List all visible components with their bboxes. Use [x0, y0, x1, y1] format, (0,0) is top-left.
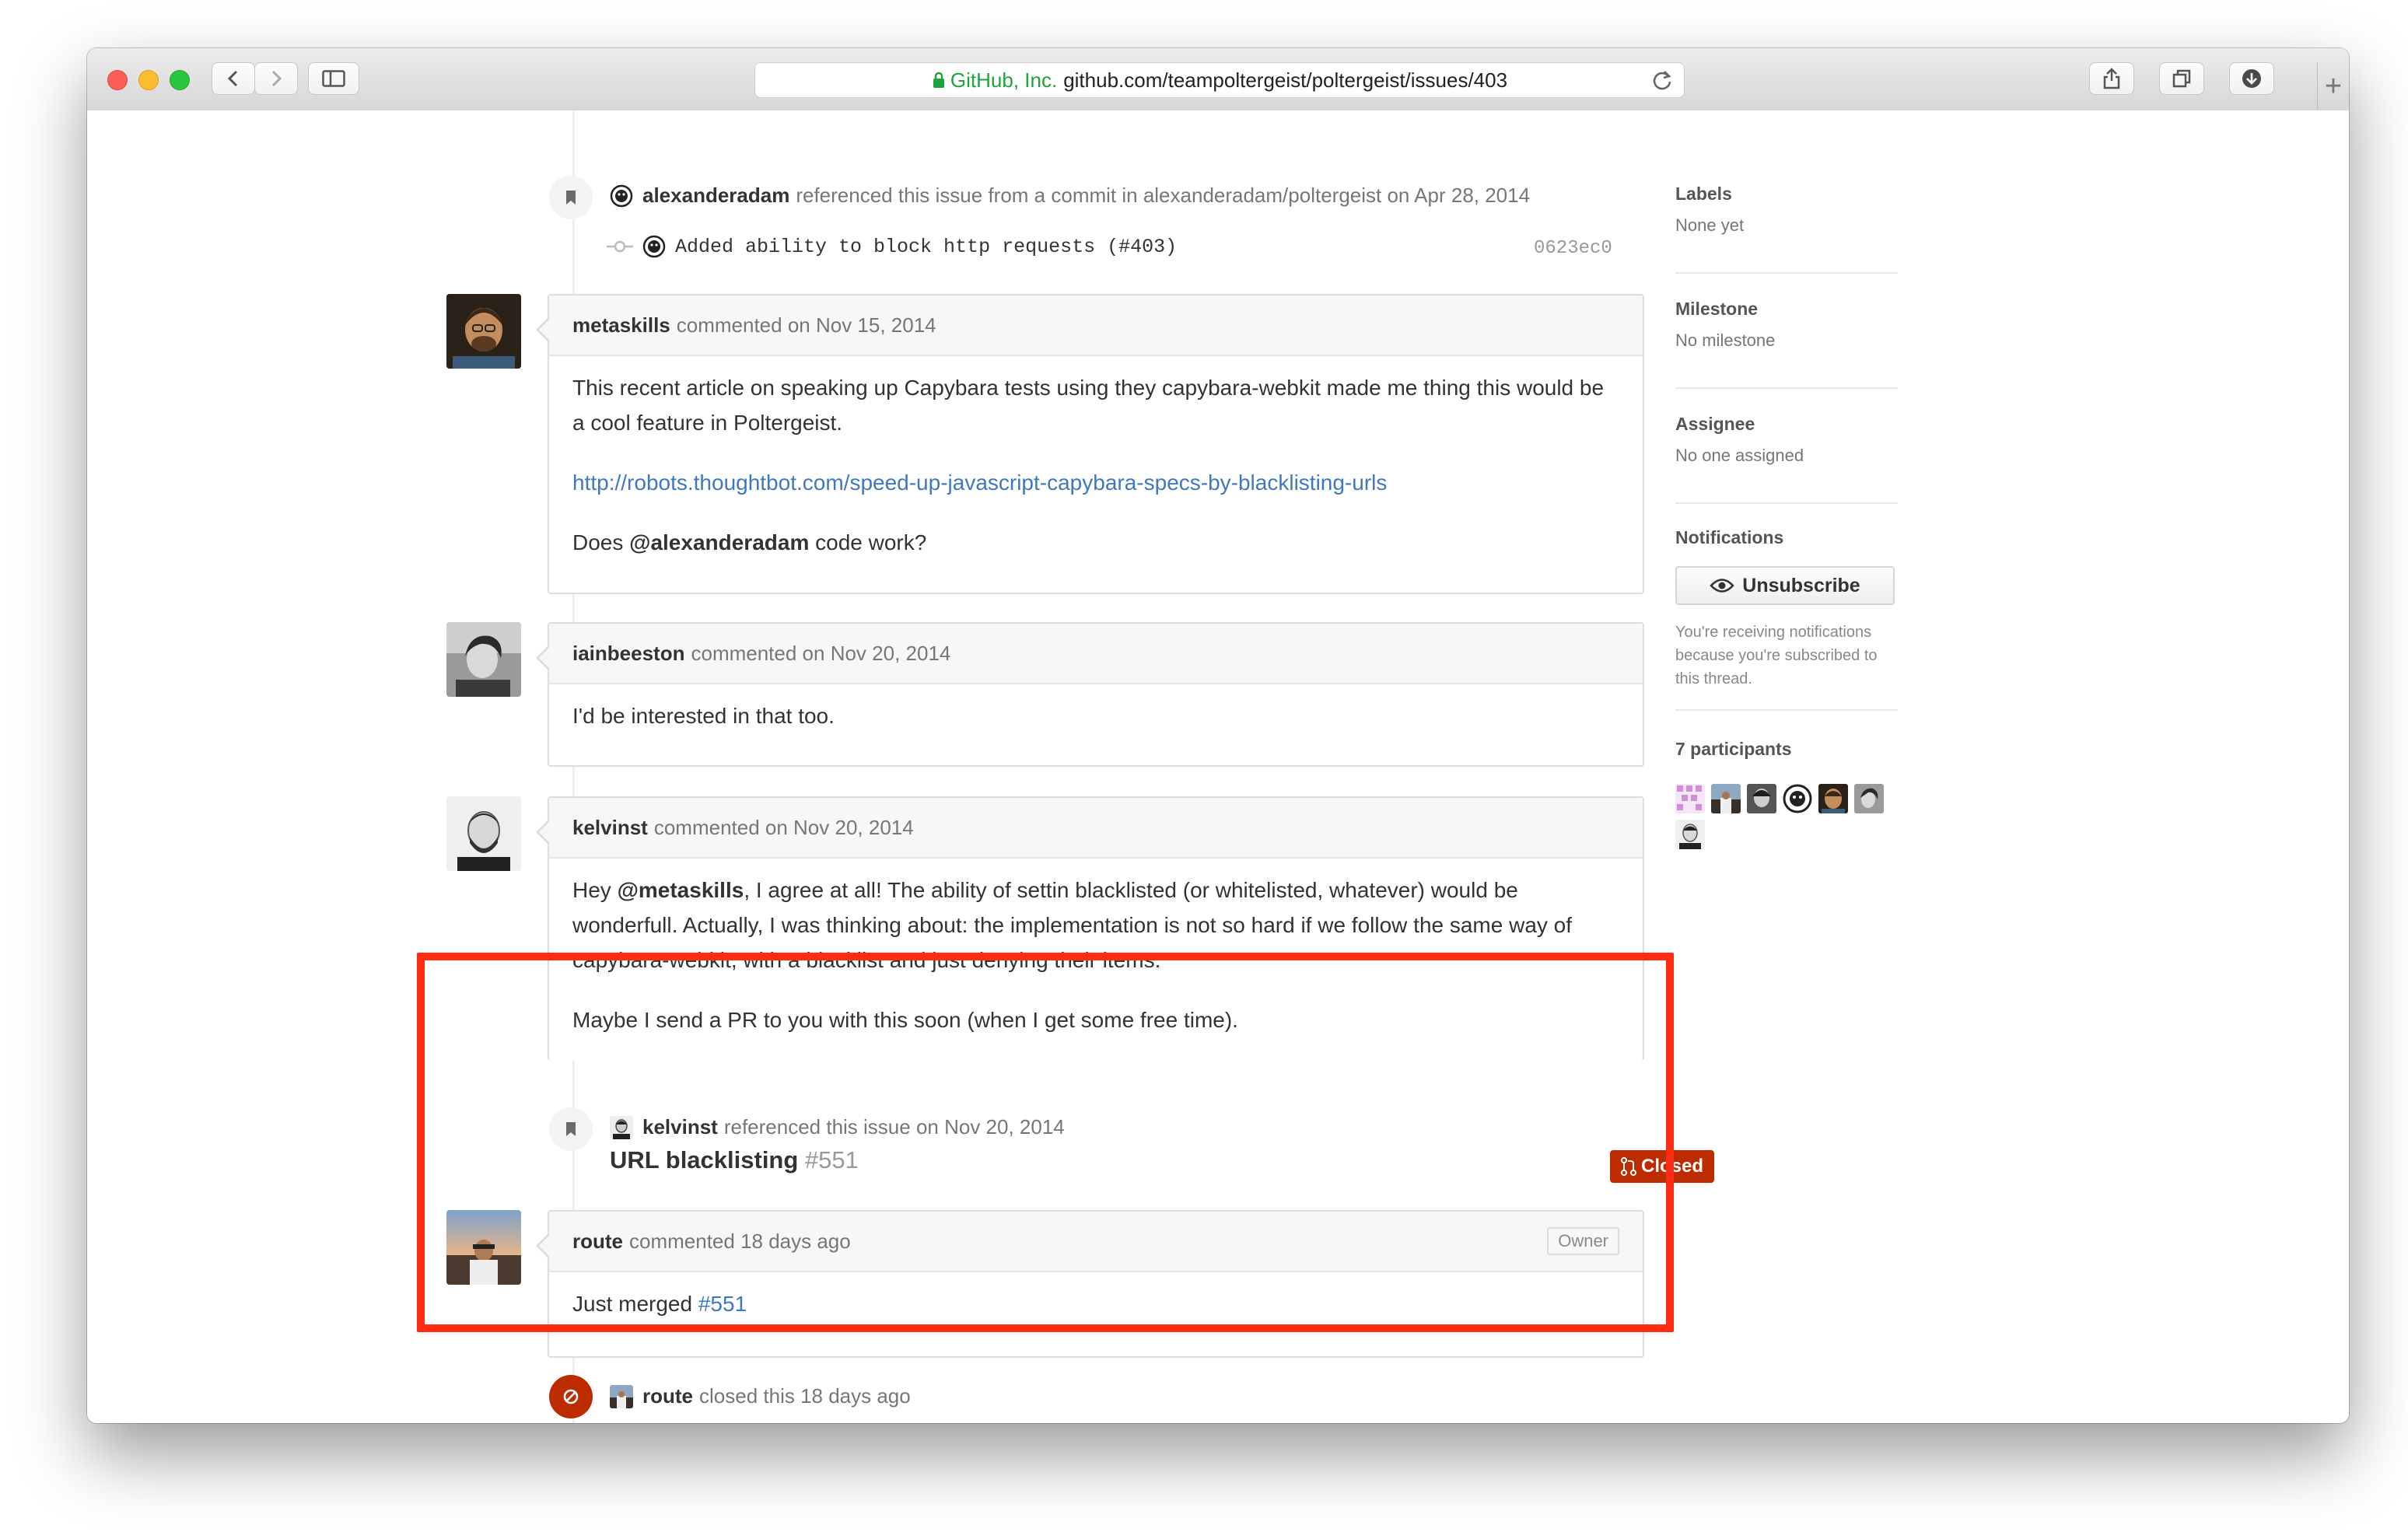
plus-icon: + [2324, 69, 2343, 103]
comment-iainbeeston: iainbeeston commented on Nov 20, 2014 I'… [536, 622, 1644, 767]
unsubscribe-button[interactable]: Unsubscribe [1675, 566, 1895, 605]
avatar-kelvinst[interactable] [446, 796, 521, 871]
sidebar-milestone: Milestone No milestone [1675, 299, 1898, 389]
labels-value: None yet [1675, 215, 1745, 235]
lock-icon [933, 72, 944, 88]
downloads-button[interactable] [2229, 62, 2274, 95]
milestone-value: No milestone [1675, 331, 1776, 350]
sidebar-icon [322, 70, 345, 87]
avatar-commit-author [642, 235, 666, 258]
article-link[interactable]: http://robots.thoughtbot.com/speed-up-ja… [572, 470, 1387, 495]
participant-avatar[interactable] [1711, 784, 1741, 813]
assignee-title[interactable]: Assignee [1675, 414, 1898, 435]
sidebar-assignee: Assignee No one assigned [1675, 414, 1898, 504]
avatar-iainbeeston[interactable] [446, 622, 521, 697]
milestone-title[interactable]: Milestone [1675, 299, 1898, 320]
participant-avatar[interactable] [1854, 784, 1884, 813]
comment-body: This recent article on speaking up Capyb… [549, 356, 1643, 593]
chevron-right-icon [271, 70, 282, 87]
closed-event-badge [549, 1375, 593, 1418]
sidebar-labels: Labels None yet [1675, 184, 1898, 274]
comment-meta[interactable]: commented on Nov 20, 2014 [691, 642, 950, 666]
labels-title[interactable]: Labels [1675, 184, 1898, 205]
close-event-user[interactable]: route [642, 1384, 693, 1408]
participant-avatar[interactable] [1675, 784, 1705, 813]
avatar-metaskills[interactable] [446, 294, 521, 369]
chevron-left-icon [227, 70, 238, 87]
tabs-overview-button[interactable] [2159, 62, 2204, 95]
share-icon [2103, 68, 2120, 89]
comment-author[interactable]: metaskills [572, 313, 670, 338]
notifications-title: Notifications [1675, 527, 1784, 547]
close-event-text: closed this 18 days ago [699, 1384, 911, 1408]
notifications-note: You're receiving notifications because y… [1675, 624, 1878, 687]
address-bar[interactable]: GitHub, Inc. github.com /teampoltergeist… [754, 62, 1685, 98]
reload-icon [1653, 71, 1671, 90]
comment-body: I'd be interested in that too. [549, 684, 1643, 766]
new-tab-button[interactable]: + [2317, 62, 2349, 110]
share-button[interactable] [2089, 62, 2134, 95]
participants-title: 7 participants [1675, 739, 1792, 759]
forward-button[interactable] [254, 62, 298, 95]
reload-button[interactable] [1651, 68, 1673, 97]
browser-toolbar: GitHub, Inc. github.com /teampoltergeist… [87, 48, 2349, 112]
sidebar-notifications: Notifications Unsubscribe You're receivi… [1675, 527, 1898, 711]
minimize-window-button[interactable] [138, 70, 159, 90]
reference-user[interactable]: alexanderadam [642, 184, 789, 208]
assignee-value: No one assigned [1675, 446, 1804, 465]
commit-sha[interactable]: 0623ec0 [1534, 238, 1612, 259]
back-button[interactable] [212, 62, 255, 95]
reference-text: referenced this issue from a commit in a… [796, 184, 1531, 207]
comment-meta[interactable]: commented on Nov 15, 2014 [677, 313, 936, 338]
close-event: route closed this 18 days ago [610, 1384, 911, 1408]
comment-paragraph: This recent article on speaking up Capyb… [572, 376, 1605, 435]
comment-metaskills: metaskills commented on Nov 15, 2014 Thi… [536, 294, 1644, 594]
highlight-box [417, 953, 1674, 1332]
comment-author[interactable]: kelvinst [572, 816, 648, 840]
sidebar-toggle-button[interactable] [308, 62, 359, 95]
circle-slash-icon [563, 1389, 579, 1404]
eye-icon [1710, 579, 1734, 593]
close-window-button[interactable] [107, 70, 128, 90]
participant-avatar[interactable] [1818, 784, 1848, 813]
secure-site-label: GitHub, Inc. [950, 68, 1058, 92]
commit-row: Added ability to block http requests (#4… [607, 235, 1177, 258]
comment-meta[interactable]: commented on Nov 20, 2014 [654, 816, 914, 840]
commit-message[interactable]: Added ability to block http requests (#4… [675, 236, 1177, 258]
participant-avatar[interactable] [1783, 784, 1812, 813]
avatar-alexanderadam-mini [610, 184, 633, 208]
url-host: github.com [1063, 68, 1163, 92]
comment-header: kelvinst commented on Nov 20, 2014 [549, 798, 1643, 859]
avatar-route-mini [610, 1384, 633, 1408]
commit-icon [607, 240, 633, 253]
reference-event: alexanderadam referenced this issue from… [610, 184, 1530, 208]
comment-header: metaskills commented on Nov 15, 2014 [549, 296, 1643, 356]
comment-paragraph: Does @alexanderadam code work? [572, 530, 927, 554]
comment-header: iainbeeston commented on Nov 20, 2014 [549, 624, 1643, 684]
maximize-window-button[interactable] [170, 70, 190, 90]
bookmark-badge [549, 176, 593, 219]
comment-author[interactable]: iainbeeston [572, 642, 684, 666]
tabs-icon [2172, 69, 2191, 88]
participant-avatar[interactable] [1675, 820, 1705, 849]
comment-paragraph: I'd be interested in that too. [572, 704, 835, 728]
mention-metaskills[interactable]: @metaskills [618, 878, 744, 902]
download-icon [2242, 69, 2261, 88]
url-path: /teampoltergeist/poltergeist/issues/403 [1162, 68, 1508, 92]
participant-avatar[interactable] [1747, 784, 1776, 813]
mention-alexanderadam[interactable]: @alexanderadam [629, 530, 809, 554]
bookmark-icon [566, 191, 576, 205]
